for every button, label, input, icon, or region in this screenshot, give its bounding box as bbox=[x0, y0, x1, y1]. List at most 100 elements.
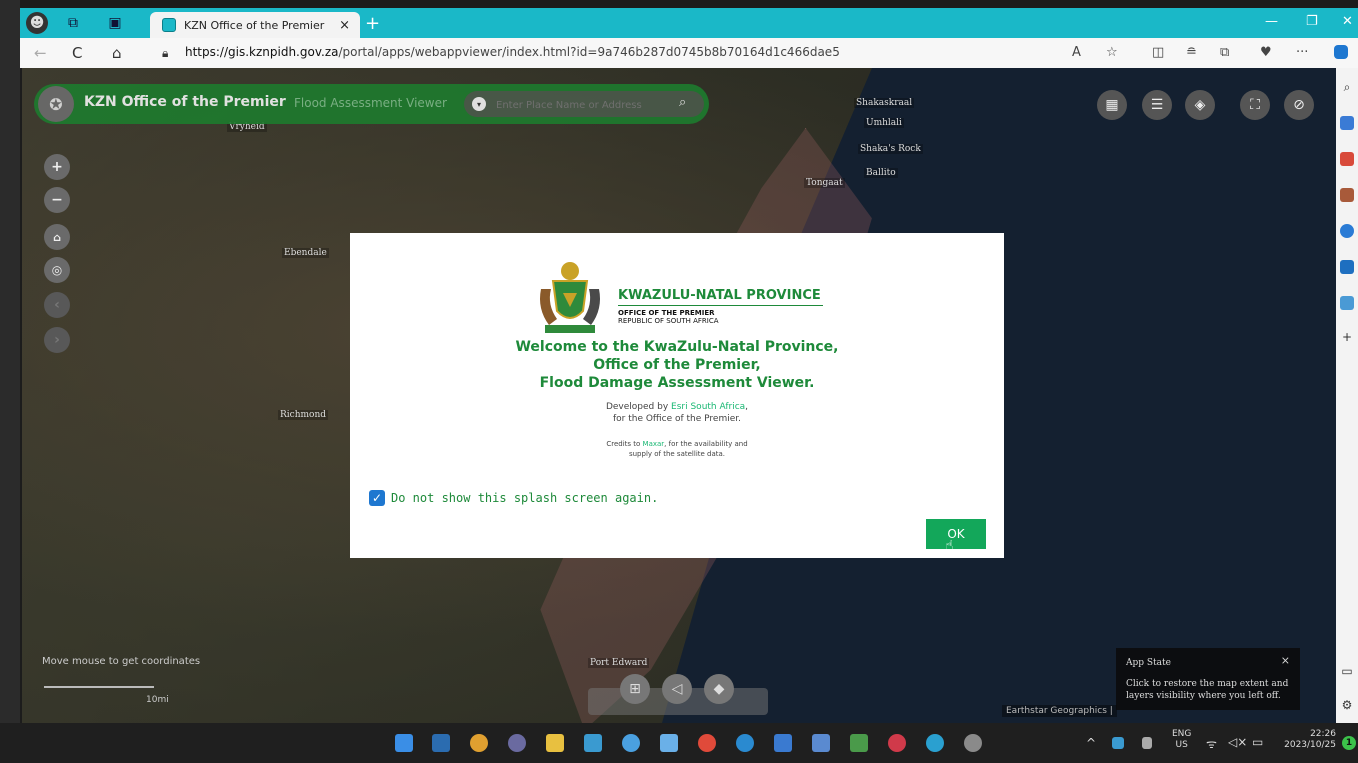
chrome-icon[interactable] bbox=[470, 734, 488, 752]
app-icon-7[interactable] bbox=[660, 734, 678, 752]
lock-icon[interactable]: 🔒︎ bbox=[162, 46, 168, 61]
search-source-dropdown-icon[interactable]: ▾ bbox=[472, 97, 486, 111]
previous-extent-button[interactable]: ‹ bbox=[44, 292, 70, 318]
favorite-star-icon[interactable]: ☆ bbox=[1106, 45, 1118, 60]
swipe-icon[interactable]: ◁ bbox=[662, 674, 692, 704]
file-explorer-icon[interactable] bbox=[546, 734, 564, 752]
volume-icon[interactable]: ◁× bbox=[1228, 735, 1247, 749]
app-icon-8[interactable] bbox=[698, 734, 716, 752]
fullscreen-button[interactable]: ⛶ bbox=[1240, 90, 1270, 120]
coordinate-readout: Move mouse to get coordinates bbox=[42, 656, 201, 667]
credits-suffix: , for the availability and bbox=[664, 440, 748, 448]
ok-button[interactable]: OK bbox=[926, 519, 986, 549]
basemap-gallery-button[interactable]: ▦ bbox=[1097, 90, 1127, 120]
split-view-icon[interactable]: ⊞ bbox=[620, 674, 650, 704]
app-state-close-icon[interactable]: × bbox=[1281, 654, 1290, 667]
app-state-message[interactable]: Click to restore the map extent and laye… bbox=[1126, 678, 1296, 702]
refresh-button[interactable]: C bbox=[72, 44, 82, 62]
back-button[interactable]: ← bbox=[34, 44, 47, 62]
app-icon-3[interactable] bbox=[508, 734, 526, 752]
home-extent-button[interactable]: ⌂ bbox=[44, 224, 70, 250]
sidebar-outlook-icon[interactable] bbox=[1340, 260, 1354, 274]
coat-of-arms-icon bbox=[540, 262, 600, 333]
sidebar-drop-icon[interactable] bbox=[1340, 296, 1354, 310]
data-credit: Credits to Maxar, for the availability a… bbox=[350, 440, 1004, 448]
bottom-toolbar: ⊞ ◁ ◆ bbox=[588, 674, 768, 715]
collections-icon[interactable]: ⧉ bbox=[1220, 45, 1229, 60]
zoom-out-button[interactable]: − bbox=[44, 187, 70, 213]
town-label: Tongaat bbox=[804, 178, 845, 188]
taskbar: ^ ENG US ᯤ ◁× ▭ 22:26 2023/10/25 1 bbox=[0, 723, 1358, 763]
url-field[interactable]: https://gis.kznpidh.gov.za/portal/apps/w… bbox=[185, 45, 840, 59]
welcome-line-1: Welcome to the KwaZulu-Natal Province, bbox=[515, 339, 839, 355]
developer-prefix: Developed by bbox=[605, 402, 672, 412]
legend-button[interactable]: ☰ bbox=[1142, 90, 1172, 120]
lang-bottom: US bbox=[1175, 740, 1188, 750]
sidebar-toggle-icon[interactable]: ▭ bbox=[1340, 664, 1354, 678]
tray-overflow-icon[interactable]: ^ bbox=[1086, 736, 1096, 750]
welcome-line-2: Office of the Premier, bbox=[593, 357, 761, 373]
tray-app-icon[interactable] bbox=[1112, 737, 1124, 749]
new-tab-button[interactable]: + bbox=[365, 13, 380, 34]
app-state-popup[interactable]: App State × Click to restore the map ext… bbox=[1116, 648, 1300, 710]
dont-show-again-checkbox[interactable]: ✓ bbox=[369, 490, 385, 506]
notification-badge[interactable]: 1 bbox=[1342, 736, 1356, 750]
copilot-icon[interactable] bbox=[1334, 45, 1348, 59]
sidebar-office-icon[interactable] bbox=[1340, 224, 1354, 238]
org-country: REPUBLIC OF SOUTH AFRICA bbox=[618, 317, 719, 325]
maxar-link[interactable]: Maxar bbox=[643, 440, 665, 448]
more-menu-icon[interactable]: ··· bbox=[1296, 45, 1308, 60]
minimize-button[interactable]: — bbox=[1265, 14, 1278, 29]
tray-mic-icon[interactable] bbox=[1142, 737, 1152, 749]
app-icon-12[interactable] bbox=[850, 734, 868, 752]
app-icon-6[interactable] bbox=[622, 734, 640, 752]
sidebar-tools-icon[interactable] bbox=[1340, 116, 1354, 130]
split-screen-icon[interactable]: ◫ bbox=[1152, 45, 1164, 60]
sidebar-settings-icon[interactable]: ⚙ bbox=[1340, 698, 1354, 712]
town-label: Shaka's Rock bbox=[858, 144, 923, 154]
tab-actions-icon[interactable]: ▣ bbox=[104, 12, 126, 34]
next-extent-button[interactable]: › bbox=[44, 327, 70, 353]
start-icon[interactable] bbox=[395, 734, 413, 752]
profile-avatar[interactable]: ☻ bbox=[26, 12, 48, 34]
favorites-icon[interactable]: ≘ bbox=[1186, 45, 1197, 60]
sidebar-shopping-icon[interactable] bbox=[1340, 152, 1354, 166]
my-location-button[interactable]: ◎ bbox=[44, 257, 70, 283]
extension-icon[interactable]: ♥ bbox=[1260, 45, 1272, 60]
clock[interactable]: 22:26 2023/10/25 bbox=[1282, 729, 1336, 751]
layer-list-button[interactable]: ◈ bbox=[1185, 90, 1215, 120]
sidebar-add-icon[interactable]: + bbox=[1340, 330, 1354, 344]
org-divider bbox=[618, 305, 823, 306]
search-input[interactable] bbox=[494, 95, 668, 115]
workspaces-icon[interactable]: ⧉ bbox=[62, 12, 84, 34]
app-icon-13[interactable] bbox=[888, 734, 906, 752]
restore-button[interactable]: ❐ bbox=[1306, 14, 1318, 29]
teams-icon[interactable] bbox=[812, 734, 830, 752]
tab-bar: ☻ ⧉ ▣ KZN Office of the Premier × + — ❐ … bbox=[20, 8, 1358, 38]
home-button[interactable]: ⌂ bbox=[112, 44, 122, 62]
vscode-icon[interactable] bbox=[774, 734, 792, 752]
zoom-in-button[interactable]: + bbox=[44, 154, 70, 180]
splash-dialog: KWAZULU-NATAL PROVINCE OFFICE OF THE PRE… bbox=[350, 233, 1004, 558]
app-icon-9[interactable] bbox=[736, 734, 754, 752]
sidebar-games-icon[interactable] bbox=[1340, 188, 1354, 202]
battery-icon[interactable]: ▭ bbox=[1252, 735, 1263, 749]
task-view-icon[interactable] bbox=[432, 734, 450, 752]
store-icon[interactable] bbox=[584, 734, 602, 752]
read-aloud-icon[interactable]: A bbox=[1072, 45, 1081, 60]
edge-icon[interactable] bbox=[926, 734, 944, 752]
close-window-button[interactable]: ✕ bbox=[1342, 14, 1353, 29]
hide-panel-button[interactable]: ⊘ bbox=[1284, 90, 1314, 120]
tab-close-icon[interactable]: × bbox=[339, 18, 350, 33]
welcome-line-3: Flood Damage Assessment Viewer. bbox=[539, 375, 815, 391]
language-indicator[interactable]: ENG US bbox=[1172, 729, 1191, 751]
dont-show-again-label[interactable]: Do not show this splash screen again. bbox=[391, 491, 658, 505]
analysis-icon[interactable]: ◆ bbox=[704, 674, 734, 704]
sidebar-search-icon[interactable]: ⌕ bbox=[1340, 80, 1354, 94]
tab-kzn-premier[interactable]: KZN Office of the Premier × bbox=[150, 12, 360, 38]
app-icon-15[interactable] bbox=[964, 734, 982, 752]
search-icon[interactable]: ⌕ bbox=[679, 95, 686, 110]
wifi-icon[interactable]: ᯤ bbox=[1206, 735, 1217, 752]
esri-link[interactable]: Esri South Africa bbox=[671, 402, 745, 412]
data-credit-line-2: supply of the satellite data. bbox=[628, 450, 726, 458]
